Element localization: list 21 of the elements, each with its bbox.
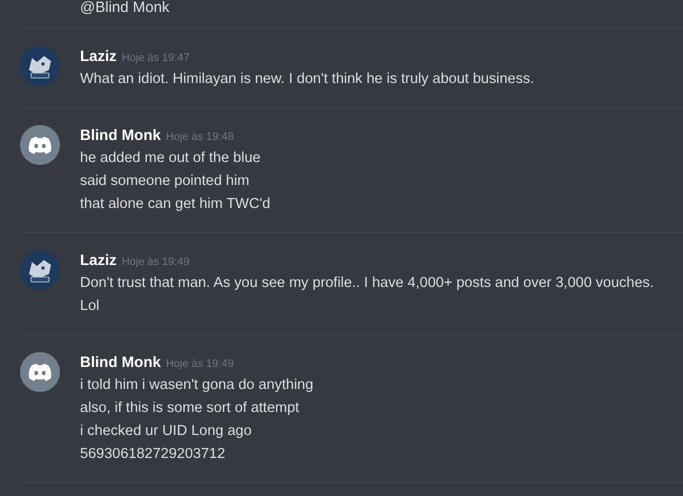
message-text: he added me out of the blue <box>80 149 262 168</box>
message-text: Lol <box>80 297 100 316</box>
username[interactable]: Laziz <box>80 46 117 68</box>
message-text: 569306182729203712 <box>80 445 226 464</box>
username[interactable]: Blind Monk <box>80 352 161 374</box>
message-text: i told him i wasen't gona do anything <box>80 376 314 395</box>
controller-logo-avatar-icon <box>20 125 60 165</box>
message-text: that alone can get him TWC'd <box>80 195 270 214</box>
username[interactable]: Blind Monk <box>80 125 161 148</box>
message-text: Don't trust that man. As you see my profile.. I have 4,000+ posts and over 3,000 vouches. <box>80 274 654 293</box>
timestamp: Hoje às 19:49 <box>166 357 234 372</box>
message-text: also, if this is some sort of attempt <box>80 399 300 418</box>
controller-logo-avatar-icon <box>20 352 60 392</box>
timestamp: Hoje às 19:49 <box>122 255 190 270</box>
username[interactable]: Laziz <box>80 250 117 272</box>
message-text: said someone pointed him <box>80 172 250 191</box>
message-text: @Blind Monk <box>80 0 170 16</box>
message-text: What an idiot. Himilayan is new. I don't think he is truly about business. <box>80 70 534 89</box>
message-text: i checked ur UID Long ago <box>80 422 253 441</box>
timestamp: Hoje às 19:47 <box>122 51 190 66</box>
timestamp: Hoje às 19:48 <box>166 130 234 145</box>
